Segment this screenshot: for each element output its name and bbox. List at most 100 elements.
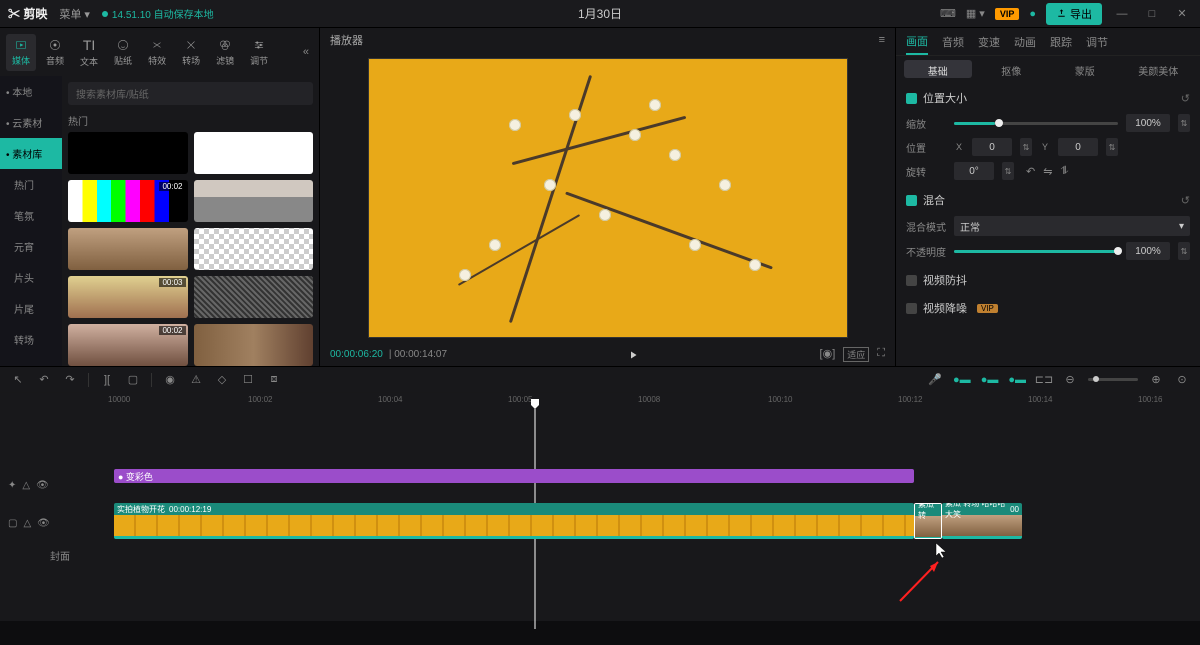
asset-thumbnail[interactable]: [194, 324, 314, 366]
reverse-tool[interactable]: ◇: [214, 372, 230, 388]
collapse-panel-button[interactable]: «: [299, 42, 313, 62]
freeze-tool[interactable]: ⚠: [188, 372, 204, 388]
cat-cloud[interactable]: • 云素材: [0, 107, 62, 138]
blend-checkbox[interactable]: [906, 195, 917, 206]
subtab-beauty[interactable]: 美颜美体: [1125, 60, 1193, 78]
cat-atmosphere[interactable]: 笔氛: [0, 200, 62, 231]
rotate-left-icon[interactable]: ↶: [1026, 165, 1035, 178]
subtab-basic[interactable]: 基础: [904, 60, 972, 78]
close-button[interactable]: ✕: [1172, 4, 1192, 24]
toggle-2[interactable]: ●▬: [981, 374, 999, 386]
cat-local[interactable]: • 本地: [0, 76, 62, 107]
video-clip-3[interactable]: 素瓜 转场 哈哈哈大笑00: [942, 503, 1022, 539]
zoom-in-button[interactable]: ⊕: [1148, 372, 1164, 388]
lock-icon[interactable]: △: [22, 480, 30, 491]
scale-stepper[interactable]: ⇅: [1178, 114, 1190, 132]
record-tool[interactable]: ◉: [162, 372, 178, 388]
tool-tab-filter[interactable]: 滤镜: [210, 34, 240, 71]
split-tool[interactable]: ]​[: [99, 372, 115, 388]
fx-clip[interactable]: ● 变彩色: [114, 469, 914, 483]
fx-track-head[interactable]: ✦△👁: [0, 480, 78, 491]
cover-label[interactable]: 封面: [0, 548, 78, 563]
play-button[interactable]: [627, 349, 639, 361]
asset-thumbnail[interactable]: [68, 132, 188, 174]
cat-outro[interactable]: 片尾: [0, 293, 62, 324]
pos-y-input[interactable]: 0: [1058, 138, 1098, 156]
mic-icon[interactable]: 🎤: [927, 372, 943, 388]
playhead[interactable]: [531, 399, 539, 409]
toggle-3[interactable]: ●▬: [1008, 374, 1026, 386]
cloud-icon[interactable]: ●: [1029, 8, 1036, 20]
undo-button[interactable]: ↶: [36, 372, 52, 388]
asset-thumbnail[interactable]: 00:03: [68, 276, 188, 318]
prop-tab-track[interactable]: 跟踪: [1050, 30, 1072, 54]
prop-tab-speed[interactable]: 变速: [978, 30, 1000, 54]
position-checkbox[interactable]: [906, 93, 917, 104]
blend-mode-dropdown[interactable]: 正常▾: [954, 216, 1190, 236]
tool-tab-transition[interactable]: 转场: [176, 34, 206, 71]
scale-value[interactable]: 100%: [1126, 114, 1170, 132]
asset-thumbnail[interactable]: 00:02: [68, 180, 188, 222]
flip-h-icon[interactable]: ⇋: [1043, 165, 1052, 178]
opacity-value[interactable]: 100%: [1126, 242, 1170, 260]
asset-thumbnail[interactable]: [194, 132, 314, 174]
zoom-slider[interactable]: [1088, 378, 1138, 381]
timeline-ruler[interactable]: 10000 100:02 100:04 100:05 10008 100:10 …: [78, 393, 1200, 411]
reset-icon[interactable]: ↺: [1181, 194, 1190, 207]
prop-tab-audio[interactable]: 音频: [942, 30, 964, 54]
lock-icon[interactable]: △: [23, 518, 31, 529]
mirror-tool[interactable]: ⧈: [266, 372, 282, 388]
asset-thumbnail[interactable]: [194, 228, 314, 270]
ratio-button[interactable]: 适应: [843, 347, 869, 362]
delete-tool[interactable]: ▢: [125, 372, 141, 388]
toggle-1[interactable]: ●▬: [953, 374, 971, 386]
tool-tab-sticker[interactable]: 贴纸: [108, 34, 138, 71]
visible-icon[interactable]: 👁: [37, 518, 50, 529]
tool-tab-media[interactable]: 媒体: [6, 34, 36, 71]
prop-tab-anim[interactable]: 动画: [1014, 30, 1036, 54]
shortcut-icon[interactable]: ⌨: [940, 7, 956, 20]
cat-intro[interactable]: 片头: [0, 262, 62, 293]
tool-tab-effects[interactable]: 特效: [142, 34, 172, 71]
reset-icon[interactable]: ↺: [1181, 92, 1190, 105]
prop-tab-picture[interactable]: 画面: [906, 29, 928, 55]
visible-icon[interactable]: 👁: [36, 480, 49, 491]
fit-button[interactable]: ⊙: [1174, 372, 1190, 388]
video-track-head[interactable]: ▢△👁: [0, 518, 78, 529]
subtab-mask[interactable]: 蒙版: [1051, 60, 1119, 78]
asset-thumbnail[interactable]: [194, 276, 314, 318]
asset-thumbnail[interactable]: 00:02: [68, 324, 188, 366]
tool-tab-adjust[interactable]: 调节: [244, 34, 274, 71]
export-button[interactable]: 导出: [1046, 3, 1102, 25]
select-tool[interactable]: ↖: [10, 372, 26, 388]
snap-icon[interactable]: ⊏⊐: [1036, 372, 1052, 388]
stab-checkbox[interactable]: [906, 275, 917, 286]
zoom-out-button[interactable]: ⊖: [1062, 372, 1078, 388]
subtab-cutout[interactable]: 抠像: [978, 60, 1046, 78]
asset-thumbnail[interactable]: [68, 228, 188, 270]
tool-tab-text[interactable]: TI文本: [74, 33, 104, 72]
opacity-slider[interactable]: [954, 250, 1118, 253]
video-clip-main[interactable]: 实拍植物开花00:00:12:19: [114, 503, 914, 539]
crop-tool[interactable]: ☐: [240, 372, 256, 388]
video-preview[interactable]: [368, 58, 848, 338]
prop-tab-adjust[interactable]: 调节: [1086, 30, 1108, 54]
scale-slider[interactable]: [954, 122, 1118, 125]
layout-icon[interactable]: ▦ ▾: [966, 7, 985, 20]
rotation-input[interactable]: 0°: [954, 162, 994, 180]
cat-transition[interactable]: 转场: [0, 324, 62, 355]
redo-button[interactable]: ↷: [62, 372, 78, 388]
tool-tab-audio[interactable]: 音频: [40, 34, 70, 71]
menu-dropdown[interactable]: 菜单 ▾: [59, 6, 90, 22]
cat-film-anim[interactable]: 胶隙动画: [0, 355, 62, 366]
vip-badge[interactable]: VIP: [995, 8, 1020, 20]
maximize-button[interactable]: □: [1142, 4, 1162, 24]
cat-lantern[interactable]: 元宵: [0, 231, 62, 262]
denoise-checkbox[interactable]: [906, 303, 917, 314]
flip-v-icon[interactable]: ⥮: [1060, 165, 1068, 178]
scale-original-button[interactable]: [◉]: [820, 347, 836, 362]
player-menu-button[interactable]: ≡: [879, 34, 885, 46]
fullscreen-button[interactable]: ⛶: [877, 347, 885, 362]
asset-thumbnail[interactable]: [194, 180, 314, 222]
cat-hot[interactable]: 热门: [0, 169, 62, 200]
